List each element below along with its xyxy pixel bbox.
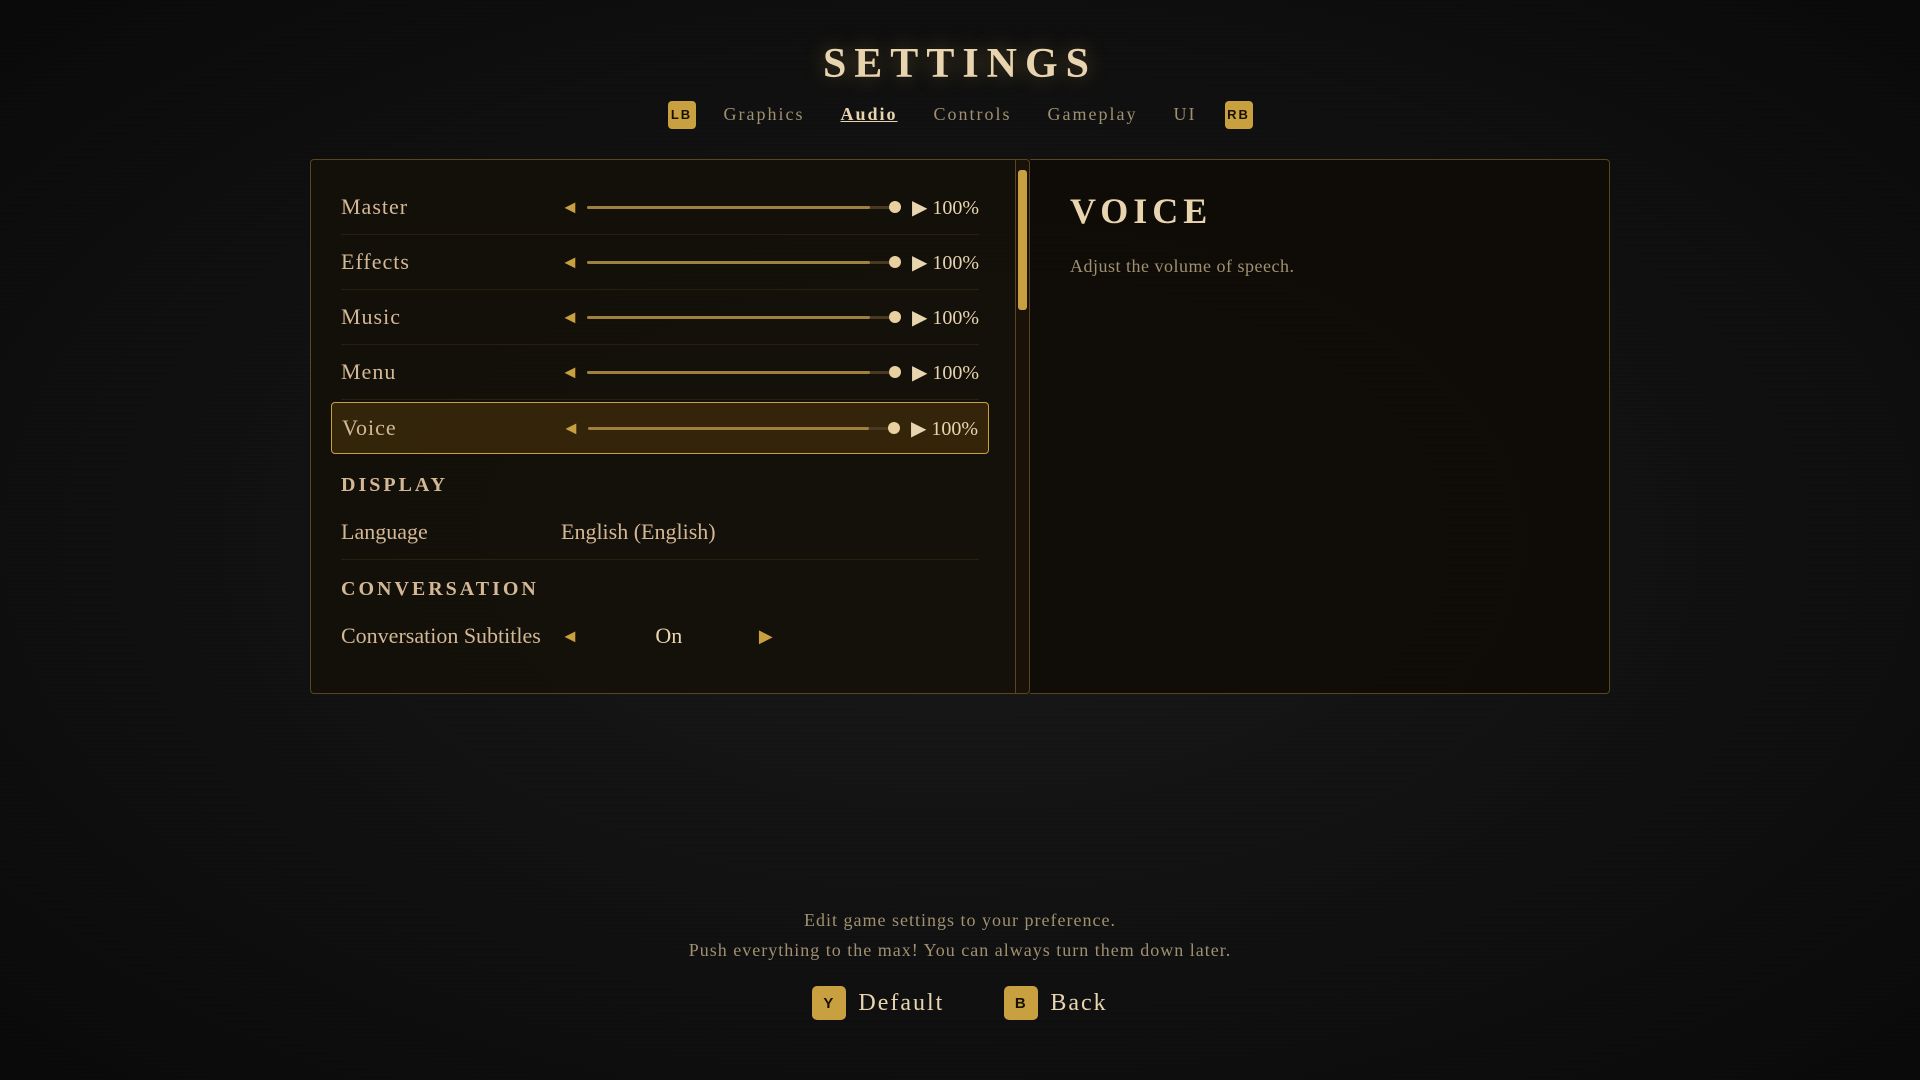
master-value: ▶ 100% (909, 195, 979, 220)
setting-row-effects: Effects ◄ ▶ 100% (341, 235, 979, 290)
info-title: VOICE (1070, 190, 1569, 232)
default-button[interactable]: Y Default (812, 986, 944, 1020)
settings-list: Master ◄ ▶ 100% Effects ◄ (341, 180, 999, 663)
language-value: English (English) (561, 519, 716, 545)
tab-audio[interactable]: Audio (832, 100, 905, 129)
back-button-label: Back (1050, 990, 1107, 1017)
setting-row-voice[interactable]: Voice ◄ ▶ 100% (331, 402, 989, 454)
right-panel: VOICE Adjust the volume of speech. (1030, 159, 1610, 694)
menu-slider-control: ◄ ▶ 100% (561, 360, 979, 385)
subtitles-right-arrow[interactable]: ▶ (759, 626, 773, 647)
setting-row-music: Music ◄ ▶ 100% (341, 290, 979, 345)
subtitles-label: Conversation Subtitles (341, 623, 561, 649)
lb-button[interactable]: LB (668, 101, 696, 129)
language-row: Language English (English) (341, 505, 979, 560)
conversation-section-header: CONVERSATION (341, 560, 979, 609)
subtitles-control: ◄ On ▶ (561, 623, 773, 649)
effects-value: ▶ 100% (909, 250, 979, 275)
effects-label: Effects (341, 249, 561, 275)
default-button-label: Default (858, 990, 944, 1017)
footer: Edit game settings to your preference. P… (0, 905, 1920, 1020)
language-label: Language (341, 519, 561, 545)
music-value: ▶ 100% (909, 305, 979, 330)
music-left-arrow[interactable]: ◄ (561, 307, 579, 328)
voice-slider-control: ◄ ▶ 100% (562, 416, 978, 441)
menu-left-arrow[interactable]: ◄ (561, 362, 579, 383)
setting-row-menu: Menu ◄ ▶ 100% (341, 345, 979, 400)
settings-page: SETTINGS LB Graphics Audio Controls Game… (0, 0, 1920, 1080)
master-left-arrow[interactable]: ◄ (561, 197, 579, 218)
tab-controls[interactable]: Controls (926, 100, 1020, 129)
tab-graphics[interactable]: Graphics (716, 100, 813, 129)
voice-left-arrow[interactable]: ◄ (562, 418, 580, 439)
music-slider-control: ◄ ▶ 100% (561, 305, 979, 330)
y-button-icon: Y (812, 986, 846, 1020)
voice-value: ▶ 100% (908, 416, 978, 441)
menu-label: Menu (341, 359, 561, 385)
effects-slider-control: ◄ ▶ 100% (561, 250, 979, 275)
voice-slider-track[interactable] (588, 427, 900, 430)
footer-hint: Edit game settings to your preference. P… (689, 905, 1231, 966)
info-description: Adjust the volume of speech. (1070, 252, 1569, 281)
left-panel: Master ◄ ▶ 100% Effects ◄ (310, 159, 1030, 694)
scrollbar[interactable] (1015, 160, 1029, 693)
setting-row-master: Master ◄ ▶ 100% (341, 180, 979, 235)
subtitles-left-arrow[interactable]: ◄ (561, 626, 579, 647)
footer-hint-line2: Push everything to the max! You can alwa… (689, 935, 1231, 966)
b-button-icon: B (1004, 986, 1038, 1020)
footer-buttons: Y Default B Back (812, 986, 1107, 1020)
conversation-subtitles-row: Conversation Subtitles ◄ On ▶ (341, 609, 979, 663)
back-button[interactable]: B Back (1004, 986, 1107, 1020)
nav-tabs: LB Graphics Audio Controls Gameplay UI R… (668, 100, 1253, 129)
rb-button[interactable]: RB (1225, 101, 1253, 129)
menu-value: ▶ 100% (909, 360, 979, 385)
tab-ui[interactable]: UI (1166, 100, 1205, 129)
subtitles-value: On (639, 623, 699, 649)
menu-slider-track[interactable] (587, 371, 901, 374)
effects-slider-track[interactable] (587, 261, 901, 264)
music-slider-track[interactable] (587, 316, 901, 319)
master-slider-control: ◄ ▶ 100% (561, 195, 979, 220)
master-label: Master (341, 194, 561, 220)
music-label: Music (341, 304, 561, 330)
footer-hint-line1: Edit game settings to your preference. (689, 905, 1231, 936)
display-section-header: DISPLAY (341, 456, 979, 505)
tab-gameplay[interactable]: Gameplay (1040, 100, 1146, 129)
scrollbar-thumb (1018, 170, 1027, 310)
main-content: Master ◄ ▶ 100% Effects ◄ (310, 159, 1610, 694)
effects-left-arrow[interactable]: ◄ (561, 252, 579, 273)
master-slider-track[interactable] (587, 206, 901, 209)
header: SETTINGS LB Graphics Audio Controls Game… (668, 40, 1253, 129)
voice-label: Voice (342, 415, 562, 441)
page-title: SETTINGS (823, 40, 1097, 88)
